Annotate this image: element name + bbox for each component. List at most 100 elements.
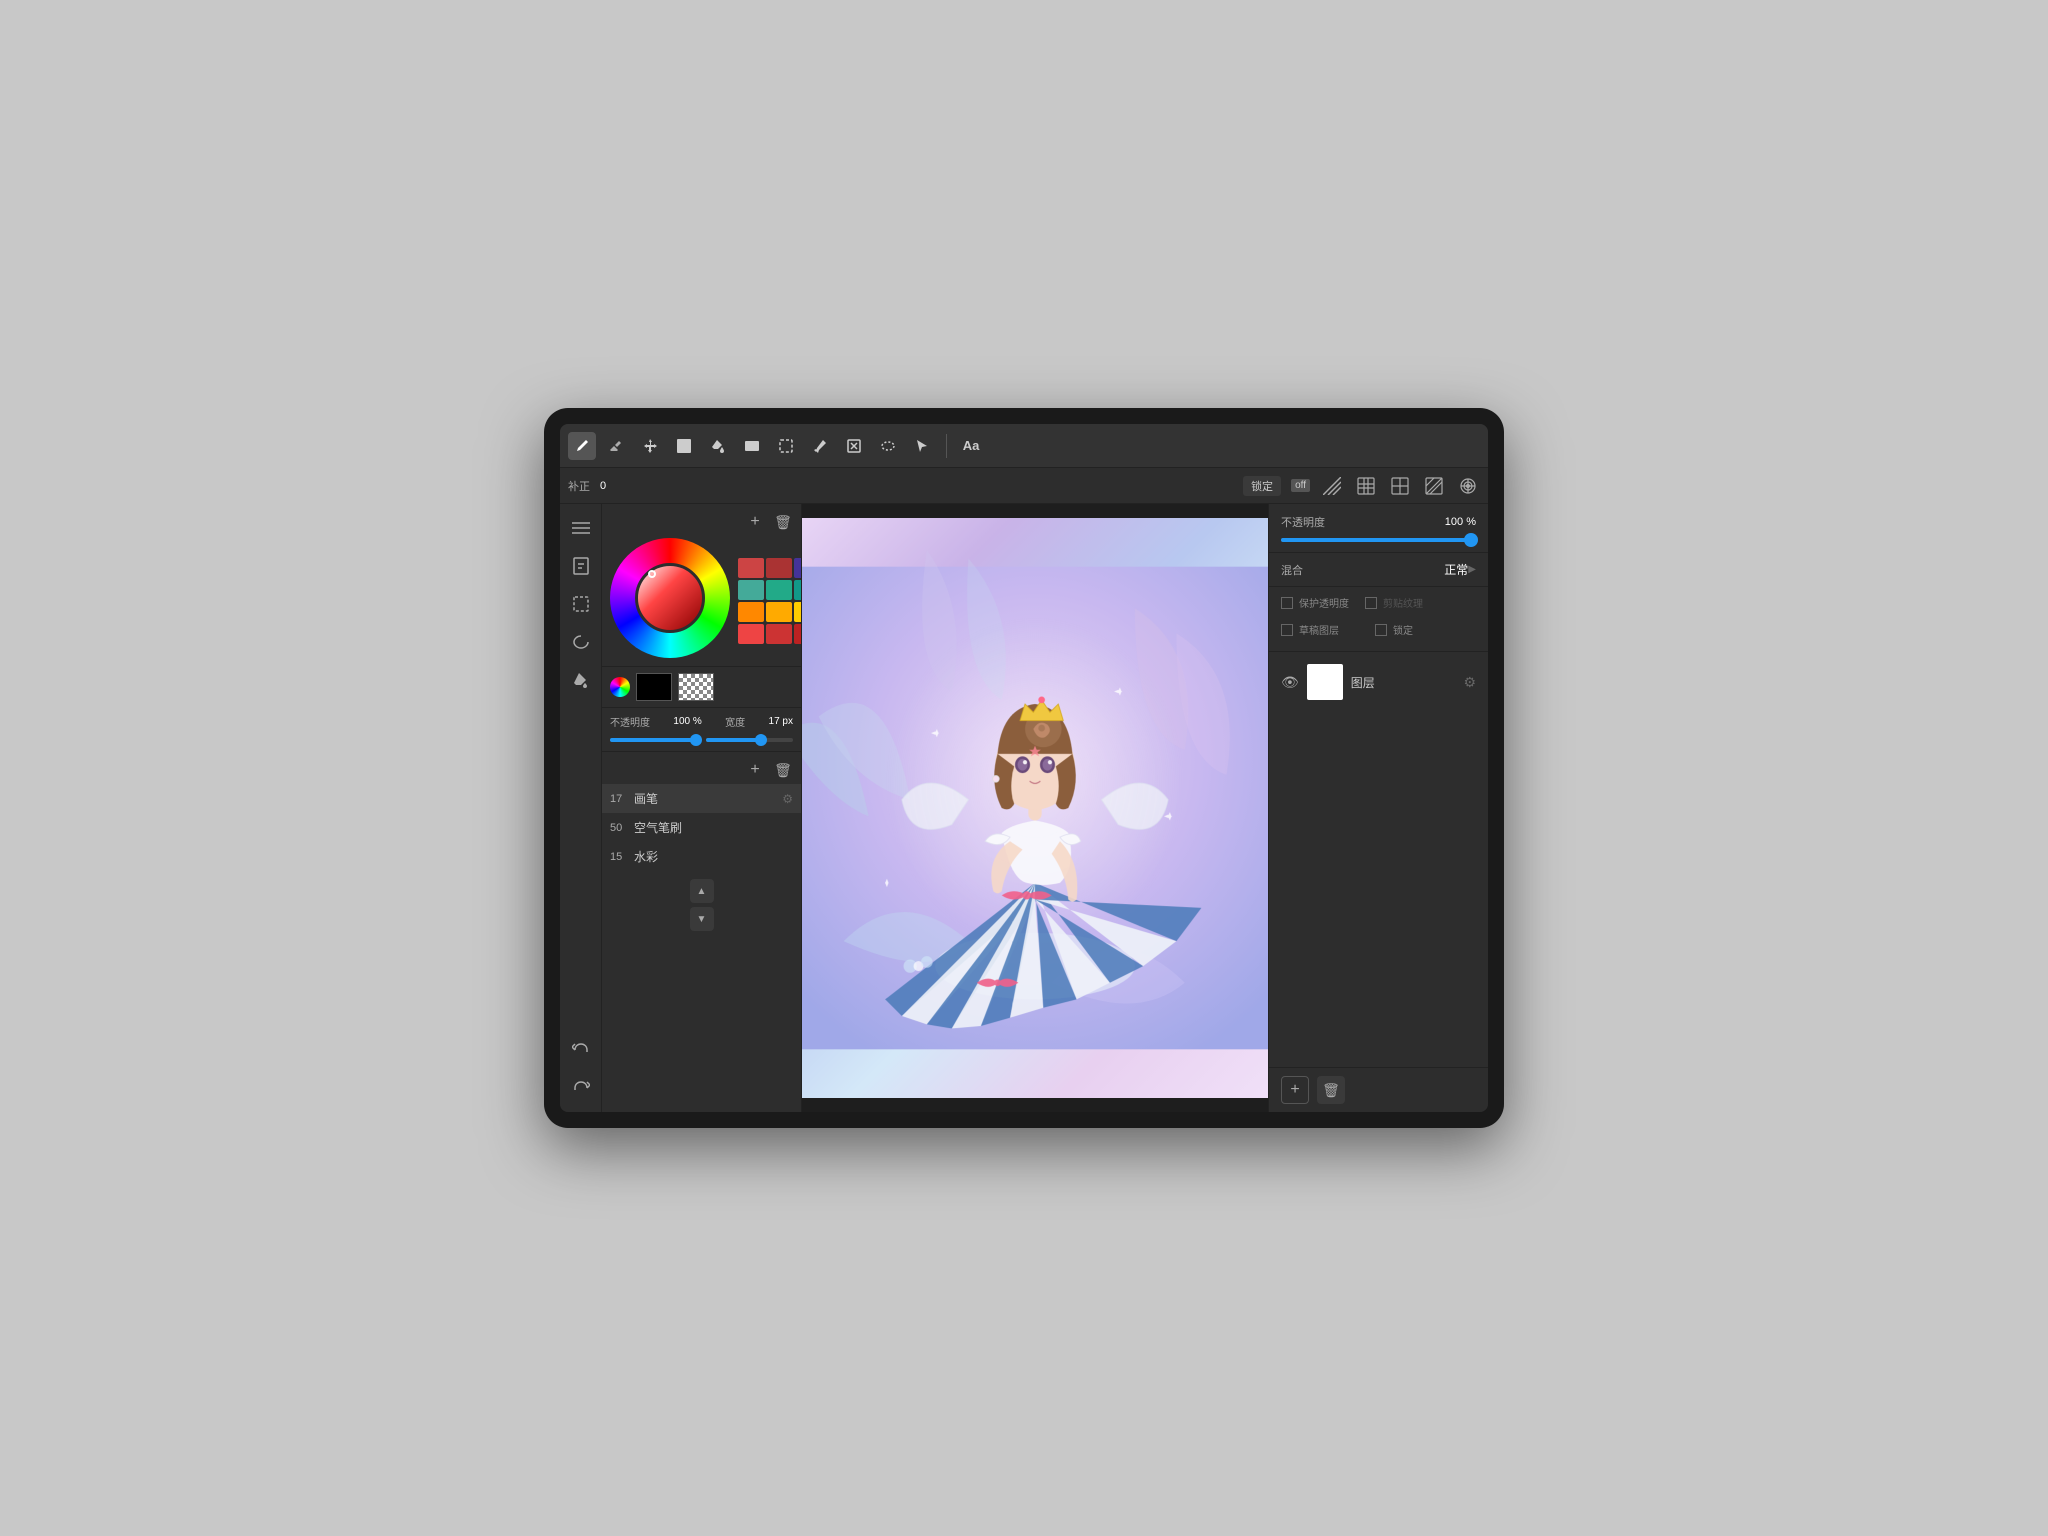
add-brush-button[interactable]: + (745, 760, 765, 780)
undo-icon[interactable] (565, 1034, 597, 1066)
color-palette-icon[interactable] (610, 677, 630, 697)
bucket-tool[interactable] (704, 432, 732, 460)
swatch[interactable] (766, 580, 792, 600)
opacity-slider[interactable] (610, 738, 698, 742)
add-layer-button[interactable]: + (1281, 1076, 1309, 1104)
checkboxes-section: 保护透明度 剪贴纹理 草稿图层 (1269, 587, 1488, 652)
background-color[interactable] (678, 673, 714, 701)
blend-arrow-icon: ▶ (1468, 564, 1476, 575)
blend-label: 混合 (1281, 562, 1303, 578)
lock-label: 锁定 (1393, 622, 1413, 637)
brush-item[interactable]: 17 画笔 ⚙ (602, 784, 801, 813)
blend-value[interactable]: 正常 (1444, 561, 1468, 578)
top-toolbar: Aa (560, 424, 1488, 468)
color-wheel[interactable] (610, 538, 730, 658)
swatch[interactable] (794, 602, 802, 622)
lock-button[interactable]: 锁定 (1243, 476, 1281, 496)
diagonal-lines-icon[interactable] (1320, 474, 1344, 498)
width-value: 17 px (769, 716, 793, 727)
color-selectors (602, 667, 801, 708)
new-file-icon[interactable] (565, 550, 597, 582)
swatch[interactable] (766, 624, 792, 644)
swatch[interactable] (794, 580, 802, 600)
opacity-label: 不透明度 (1281, 514, 1325, 530)
brush-size: 15 (610, 851, 634, 863)
scroll-down-button[interactable]: ▼ (690, 907, 714, 931)
opacity-label: 不透明度 (610, 714, 650, 729)
brush-name: 空气笔刷 (634, 819, 793, 836)
off-badge: off (1291, 479, 1310, 492)
draft-label: 草稿图层 (1299, 622, 1339, 637)
brush-name: 水彩 (634, 848, 793, 865)
scroll-up-button[interactable]: ▲ (690, 879, 714, 903)
opacity-value: 100 % (673, 716, 701, 727)
eyedropper-tool[interactable] (806, 432, 834, 460)
redo-icon[interactable] (565, 1072, 597, 1104)
canvas-area[interactable] (802, 504, 1268, 1112)
brush-controls: 不透明度 100 % 宽度 17 px (602, 708, 801, 752)
swatch[interactable] (738, 558, 764, 578)
text-tool[interactable]: Aa (957, 432, 985, 460)
opacity-section: 不透明度 100 % (1269, 504, 1488, 553)
move-tool[interactable] (636, 432, 664, 460)
layer-visibility-icon[interactable]: 👁 (1281, 674, 1299, 691)
color-section: + 🗑 (602, 504, 801, 667)
toolbar-separator (946, 434, 947, 458)
eraser-tool[interactable] (602, 432, 630, 460)
shape-tool[interactable] (738, 432, 766, 460)
transform-tool[interactable] (840, 432, 868, 460)
lock-layer-checkbox[interactable] (1375, 624, 1387, 636)
select-rect-tool[interactable] (772, 432, 800, 460)
correction-value: 0 (600, 480, 606, 492)
cursor-tool[interactable] (908, 432, 936, 460)
opacity-slider[interactable] (1281, 538, 1476, 542)
paint-bucket-icon[interactable] (565, 664, 597, 696)
right-panel-footer: + 🗑 (1269, 1067, 1488, 1112)
left-sidebar (560, 504, 602, 1112)
blend-section: 混合 正常 ▶ (1269, 553, 1488, 587)
circle-grid-icon[interactable] (1456, 474, 1480, 498)
lasso-icon[interactable] (565, 626, 597, 658)
menu-icon[interactable] (565, 512, 597, 544)
swatch[interactable] (766, 558, 792, 578)
brush-item[interactable]: 50 空气笔刷 (602, 813, 801, 842)
layer-section: 👁 图层 ⚙ (1269, 652, 1488, 1067)
swatch[interactable] (738, 602, 764, 622)
delete-color-button[interactable]: 🗑 (773, 512, 793, 532)
pen-tool[interactable] (568, 432, 596, 460)
layer-row: 👁 图层 ⚙ (1281, 660, 1476, 704)
add-color-button[interactable]: + (745, 512, 765, 532)
grid-icon[interactable] (1354, 474, 1378, 498)
correction-label: 补正 (568, 478, 590, 494)
tablet-screen: Aa 补正 0 锁定 off (560, 424, 1488, 1112)
foreground-color[interactable] (636, 673, 672, 701)
clipping-checkbox[interactable] (1365, 597, 1377, 609)
brush-name: 画笔 (634, 790, 782, 807)
swatch[interactable] (766, 602, 792, 622)
diagonal-fill-icon[interactable] (1422, 474, 1446, 498)
select-tool[interactable] (874, 432, 902, 460)
grid-alt-icon[interactable] (1388, 474, 1412, 498)
width-slider[interactable] (706, 738, 794, 742)
fill-tool[interactable] (670, 432, 698, 460)
delete-brush-button[interactable]: 🗑 (773, 760, 793, 780)
width-label: 宽度 (725, 714, 745, 729)
select-rect-icon[interactable] (565, 588, 597, 620)
brush-size: 50 (610, 822, 634, 834)
swatch[interactable] (738, 580, 764, 600)
delete-layer-button[interactable]: 🗑 (1317, 1076, 1345, 1104)
protect-alpha-checkbox[interactable] (1281, 597, 1293, 609)
right-panel: 不透明度 100 % 混合 正常 ▶ (1268, 504, 1488, 1112)
brush-gear-icon[interactable]: ⚙ (782, 792, 793, 806)
swatch-grid (738, 558, 802, 644)
layer-gear-icon[interactable]: ⚙ (1463, 674, 1476, 691)
swatch[interactable] (794, 558, 802, 578)
tablet-frame: Aa 补正 0 锁定 off (544, 408, 1504, 1128)
clipping-label: 剪贴纹理 (1383, 595, 1423, 610)
swatch[interactable] (794, 624, 802, 644)
main-area: + 🗑 (560, 504, 1488, 1112)
left-panel: + 🗑 (602, 504, 802, 1112)
brush-item[interactable]: 15 水彩 (602, 842, 801, 871)
draft-checkbox[interactable] (1281, 624, 1293, 636)
swatch[interactable] (738, 624, 764, 644)
